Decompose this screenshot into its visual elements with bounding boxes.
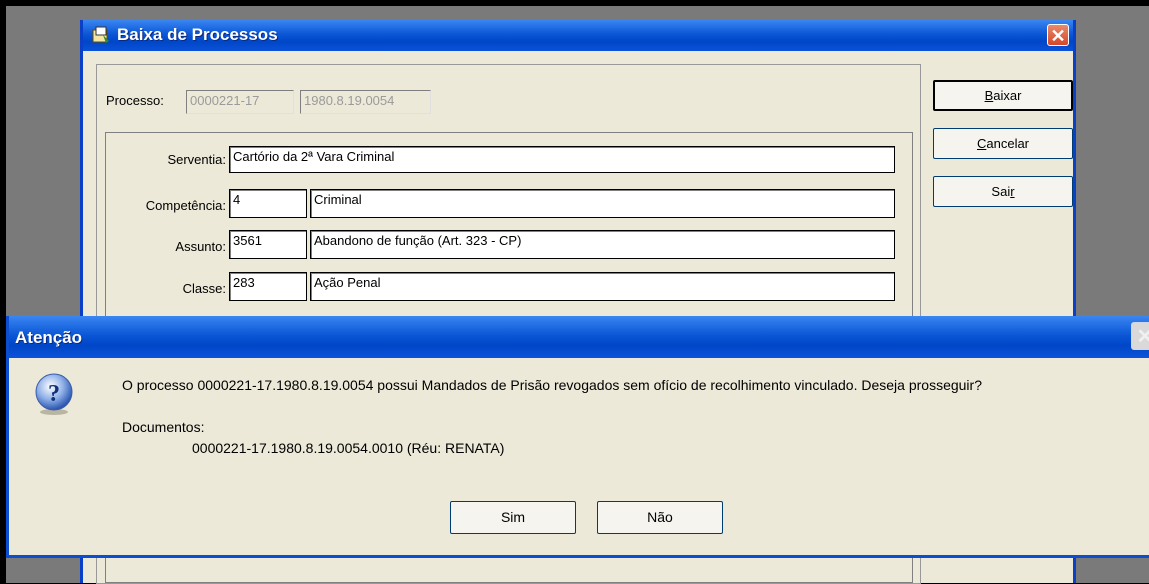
sim-button[interactable]: Sim xyxy=(450,501,576,534)
competencia-label: Competência: xyxy=(145,198,226,213)
sair-button[interactable]: Sair xyxy=(933,176,1073,207)
classe-field[interactable]: Ação Penal xyxy=(310,272,895,301)
competencia-field[interactable]: Criminal xyxy=(310,189,895,218)
dialog-title-text: Atenção xyxy=(15,328,83,347)
question-icon: ? xyxy=(35,373,73,415)
document-item: 0000221-17.1980.8.19.0054.0010 (Réu: REN… xyxy=(192,440,505,456)
baixar-mnemonic: B xyxy=(984,88,994,103)
processo-label: Processo: xyxy=(106,93,164,108)
main-titlebar[interactable]: Baixa de Processos ✕ xyxy=(83,20,1073,51)
dialog-close-icon[interactable]: ✕ xyxy=(1131,322,1149,350)
competencia-code-field[interactable]: 4 xyxy=(229,189,307,218)
dialog-titlebar[interactable]: Atenção ✕ xyxy=(9,316,1149,358)
classe-label: Classe: xyxy=(182,281,226,296)
assunto-label: Assunto: xyxy=(175,239,226,254)
baixar-label: aixar xyxy=(993,88,1022,103)
classe-code-field[interactable]: 283 xyxy=(229,272,307,301)
dialog-message: O processo 0000221-17.1980.8.19.0054 pos… xyxy=(122,377,982,393)
assunto-code-field[interactable]: 3561 xyxy=(229,230,307,259)
cancelar-label: ancelar xyxy=(986,136,1030,151)
sair-mnemonic: r xyxy=(1010,184,1015,199)
serventia-label: Serventia: xyxy=(167,152,226,167)
sair-label: Sai xyxy=(991,184,1011,199)
cancelar-button[interactable]: Cancelar xyxy=(933,128,1073,159)
processo-suffix-field: 1980.8.19.0054 xyxy=(300,90,431,114)
nao-button[interactable]: Não xyxy=(597,501,723,534)
assunto-field[interactable]: Abandono de função (Art. 323 - CP) xyxy=(310,230,895,259)
close-icon[interactable]: ✕ xyxy=(1047,24,1069,46)
svg-text:?: ? xyxy=(48,381,60,407)
serventia-field[interactable]: Cartório da 2ª Vara Criminal xyxy=(229,146,895,173)
processo-number-field: 0000221-17 xyxy=(186,90,294,114)
app-icon xyxy=(92,26,109,43)
cancelar-mnemonic: C xyxy=(976,136,987,151)
main-title-text: Baixa de Processos xyxy=(117,25,278,44)
atencao-dialog: Atenção ✕ ? O processo 0000221-17.1980.8… xyxy=(6,316,1149,558)
baixar-button[interactable]: Baixar xyxy=(933,80,1073,111)
documents-label: Documentos: xyxy=(122,419,205,435)
